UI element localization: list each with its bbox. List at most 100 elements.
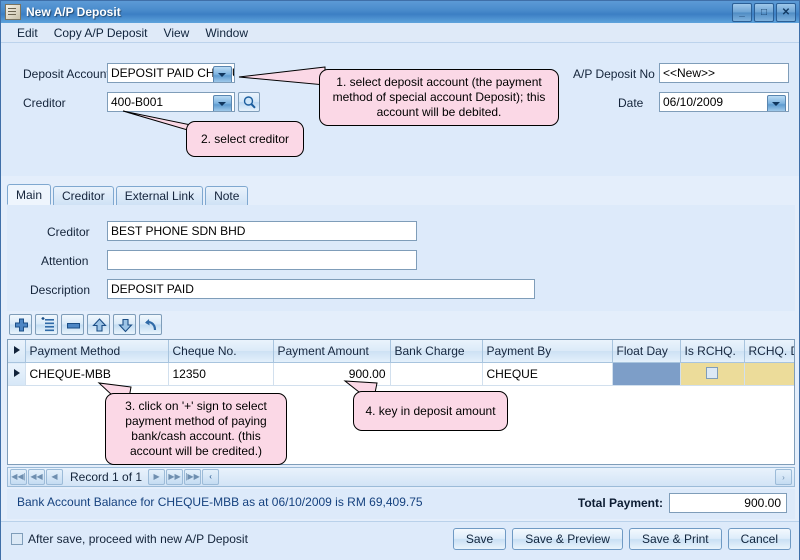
window-title: New A/P Deposit <box>26 5 121 19</box>
title-bar: New A/P Deposit _ □ ✕ <box>1 1 799 24</box>
nav-first-button[interactable]: ◀◀| <box>10 469 27 485</box>
column-header-bank-charge[interactable]: Bank Charge <box>390 340 483 363</box>
attention-field[interactable] <box>107 250 417 270</box>
column-header-rchq-date[interactable]: RCHQ. Date <box>744 340 794 363</box>
close-button[interactable]: ✕ <box>776 3 796 22</box>
undo-arrow-icon <box>145 319 157 331</box>
close-icon: ✕ <box>781 6 791 18</box>
tab-strip: Main Creditor External Link Note <box>7 184 795 206</box>
tab-main[interactable]: Main <box>7 184 52 205</box>
cell-bank-charge[interactable] <box>390 362 483 386</box>
maximize-icon: □ <box>760 6 768 18</box>
bank-account-balance-text: Bank Account Balance for CHEQUE-MBB as a… <box>17 495 423 509</box>
callout-3: 3. click on '+' sign to select payment m… <box>105 393 287 465</box>
undo-button[interactable] <box>139 314 162 335</box>
tab-note[interactable]: Note <box>205 186 249 205</box>
maximize-button[interactable]: □ <box>754 3 774 22</box>
record-count-label: Record 1 of 1 <box>70 470 143 484</box>
creditor-label: Creditor <box>23 96 66 110</box>
nav-next-page-button[interactable]: ▶▶ <box>166 469 184 485</box>
search-icon <box>243 96 256 109</box>
cell-payment-by[interactable]: CHEQUE <box>482 362 613 386</box>
creditor-lookup-button[interactable] <box>238 92 260 112</box>
arrow-down-icon <box>118 318 133 333</box>
main-creditor-value: BEST PHONE SDN BHD <box>111 224 246 238</box>
menu-item-edit[interactable]: Edit <box>9 24 46 42</box>
balance-strip: Bank Account Balance for CHEQUE-MBB as a… <box>7 489 795 519</box>
save-and-preview-button[interactable]: Save & Preview <box>512 528 623 550</box>
arrow-up-icon <box>92 318 107 332</box>
total-payment-label: Total Payment: <box>577 496 663 510</box>
total-payment-field: 900.00 <box>669 493 787 513</box>
cell-float-day[interactable] <box>612 362 681 386</box>
column-header-payment-method[interactable]: Payment Method <box>25 340 169 363</box>
creditor-value: 400-B001 <box>111 95 164 109</box>
save-button[interactable]: Save <box>452 528 507 550</box>
tab-external-link[interactable]: External Link <box>115 186 204 205</box>
nav-last-button[interactable]: |▶▶ <box>184 469 202 485</box>
cell-rchq-date[interactable] <box>744 362 794 386</box>
delete-row-button[interactable] <box>61 314 84 335</box>
nav-scroll-left-button[interactable]: ‹ <box>202 469 220 485</box>
cell-cheque-no[interactable]: 12350 <box>168 362 274 386</box>
menu-bar: Edit Copy A/P Deposit View Window <box>1 23 799 43</box>
payment-grid-table: Payment Method Cheque No. Payment Amount… <box>8 340 794 386</box>
callout-2: 2. select creditor <box>186 121 304 157</box>
chevron-down-icon[interactable] <box>213 66 232 82</box>
main-creditor-label: Creditor <box>47 225 90 239</box>
row-selector-header <box>8 340 26 363</box>
minus-icon <box>67 323 80 329</box>
is-rchq-checkbox[interactable] <box>706 366 718 379</box>
nav-scroll-right-button[interactable]: › <box>775 469 792 485</box>
move-down-button[interactable] <box>113 314 136 335</box>
date-value: 06/10/2009 <box>663 95 724 109</box>
calendar-chevron-down-icon[interactable] <box>767 95 786 111</box>
ap-deposit-no-label: A/P Deposit No <box>573 67 655 81</box>
description-label: Description <box>30 283 91 297</box>
attention-label: Attention <box>41 254 89 268</box>
description-field[interactable]: DEPOSIT PAID <box>107 279 535 299</box>
chevron-down-icon[interactable] <box>213 95 232 111</box>
insert-row-button[interactable] <box>35 314 58 335</box>
grid-toolbar <box>9 314 162 335</box>
document-icon <box>5 4 21 20</box>
ap-deposit-no-field[interactable]: <<New>> <box>659 63 789 83</box>
nav-next-button[interactable]: ▶ <box>148 469 166 485</box>
ap-deposit-window: New A/P Deposit _ □ ✕ Edit Copy A/P Depo… <box>0 0 800 560</box>
column-header-float-day[interactable]: Float Day <box>612 340 681 363</box>
deposit-account-combo[interactable]: DEPOSIT PAID CHEQU <box>107 63 235 83</box>
after-save-checkbox[interactable] <box>11 533 23 545</box>
main-creditor-field[interactable]: BEST PHONE SDN BHD <box>107 221 417 241</box>
deposit-account-label: Deposit Account <box>23 67 110 81</box>
callout-1: 1. select deposit account (the payment m… <box>319 69 559 126</box>
menu-item-copy-ap-deposit[interactable]: Copy A/P Deposit <box>46 24 156 42</box>
plus-icon <box>15 318 28 332</box>
menu-item-view[interactable]: View <box>156 24 198 42</box>
tab-creditor[interactable]: Creditor <box>53 186 114 205</box>
menu-item-window[interactable]: Window <box>197 24 256 42</box>
cell-is-rchq[interactable] <box>680 362 745 386</box>
date-label: Date <box>618 96 644 110</box>
callout-2-tail <box>122 110 192 132</box>
cancel-button[interactable]: Cancel <box>727 528 791 550</box>
add-row-button[interactable] <box>9 314 32 335</box>
insert-list-icon <box>41 317 54 332</box>
callout-1-tail <box>238 66 326 86</box>
date-picker[interactable]: 06/10/2009 <box>659 92 789 112</box>
after-save-option[interactable]: After save, proceed with new A/P Deposit <box>11 532 248 546</box>
footer-bar: After save, proceed with new A/P Deposit… <box>1 521 799 560</box>
move-up-button[interactable] <box>87 314 110 335</box>
minimize-button[interactable]: _ <box>732 3 752 22</box>
callout-4: 4. key in deposit amount <box>353 391 508 431</box>
nav-prev-page-button[interactable]: ◀◀ <box>28 469 45 485</box>
description-value: DEPOSIT PAID <box>111 282 194 296</box>
ap-deposit-no-value: <<New>> <box>663 66 716 80</box>
column-header-cheque-no[interactable]: Cheque No. <box>168 340 274 363</box>
column-header-payment-amount[interactable]: Payment Amount <box>273 340 391 363</box>
nav-prev-button[interactable]: ◀ <box>46 469 63 485</box>
save-and-print-button[interactable]: Save & Print <box>628 528 722 550</box>
footer-button-row: Save Save & Preview Save & Print Cancel <box>452 528 791 550</box>
column-header-is-rchq[interactable]: Is RCHQ. <box>680 340 745 363</box>
after-save-label: After save, proceed with new A/P Deposit <box>28 532 248 546</box>
column-header-payment-by[interactable]: Payment By <box>482 340 613 363</box>
